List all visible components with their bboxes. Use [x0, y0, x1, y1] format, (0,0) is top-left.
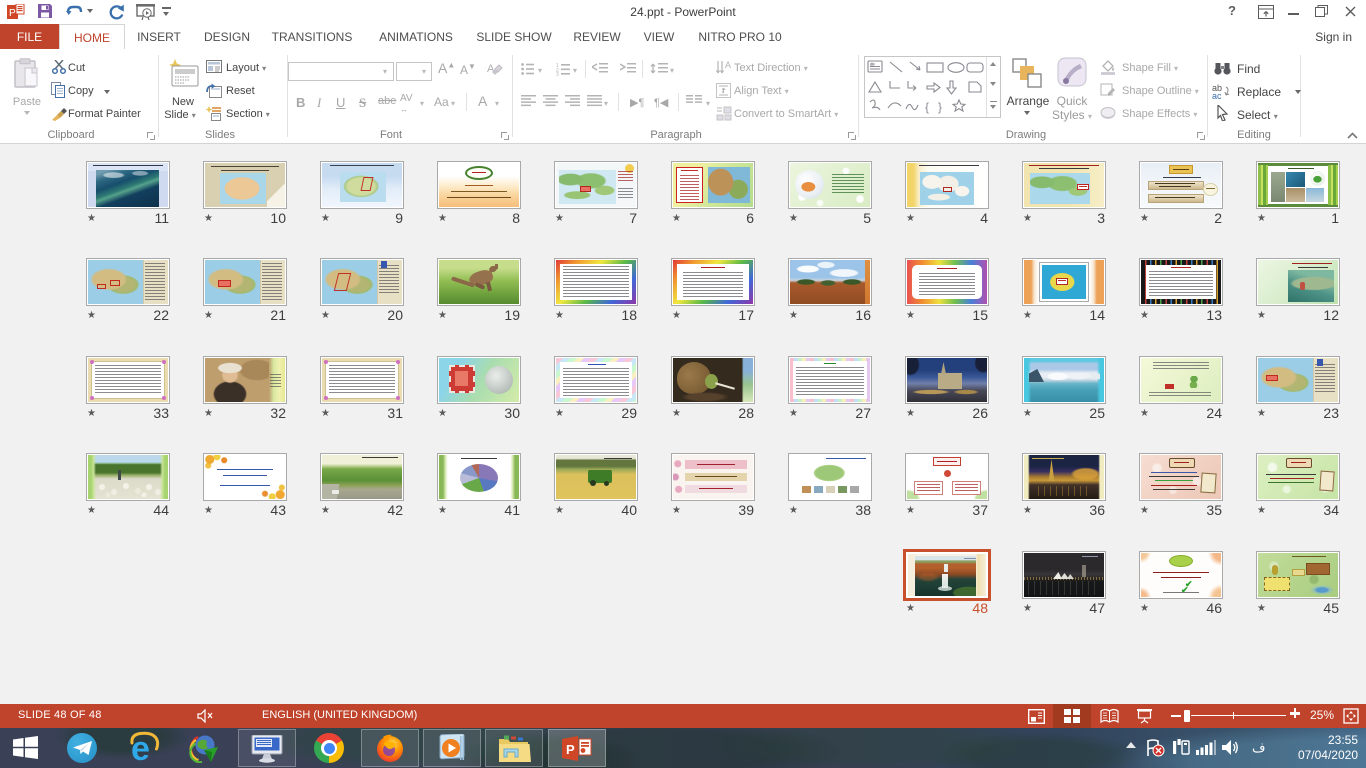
svg-text:{: { — [925, 100, 929, 114]
svg-text:}: } — [938, 100, 942, 114]
svg-text:ac: ac — [1212, 91, 1222, 99]
svg-text:A: A — [870, 63, 874, 69]
svg-text:A: A — [725, 60, 731, 70]
svg-text:3: 3 — [556, 72, 559, 76]
svg-text:P: P — [566, 742, 575, 757]
